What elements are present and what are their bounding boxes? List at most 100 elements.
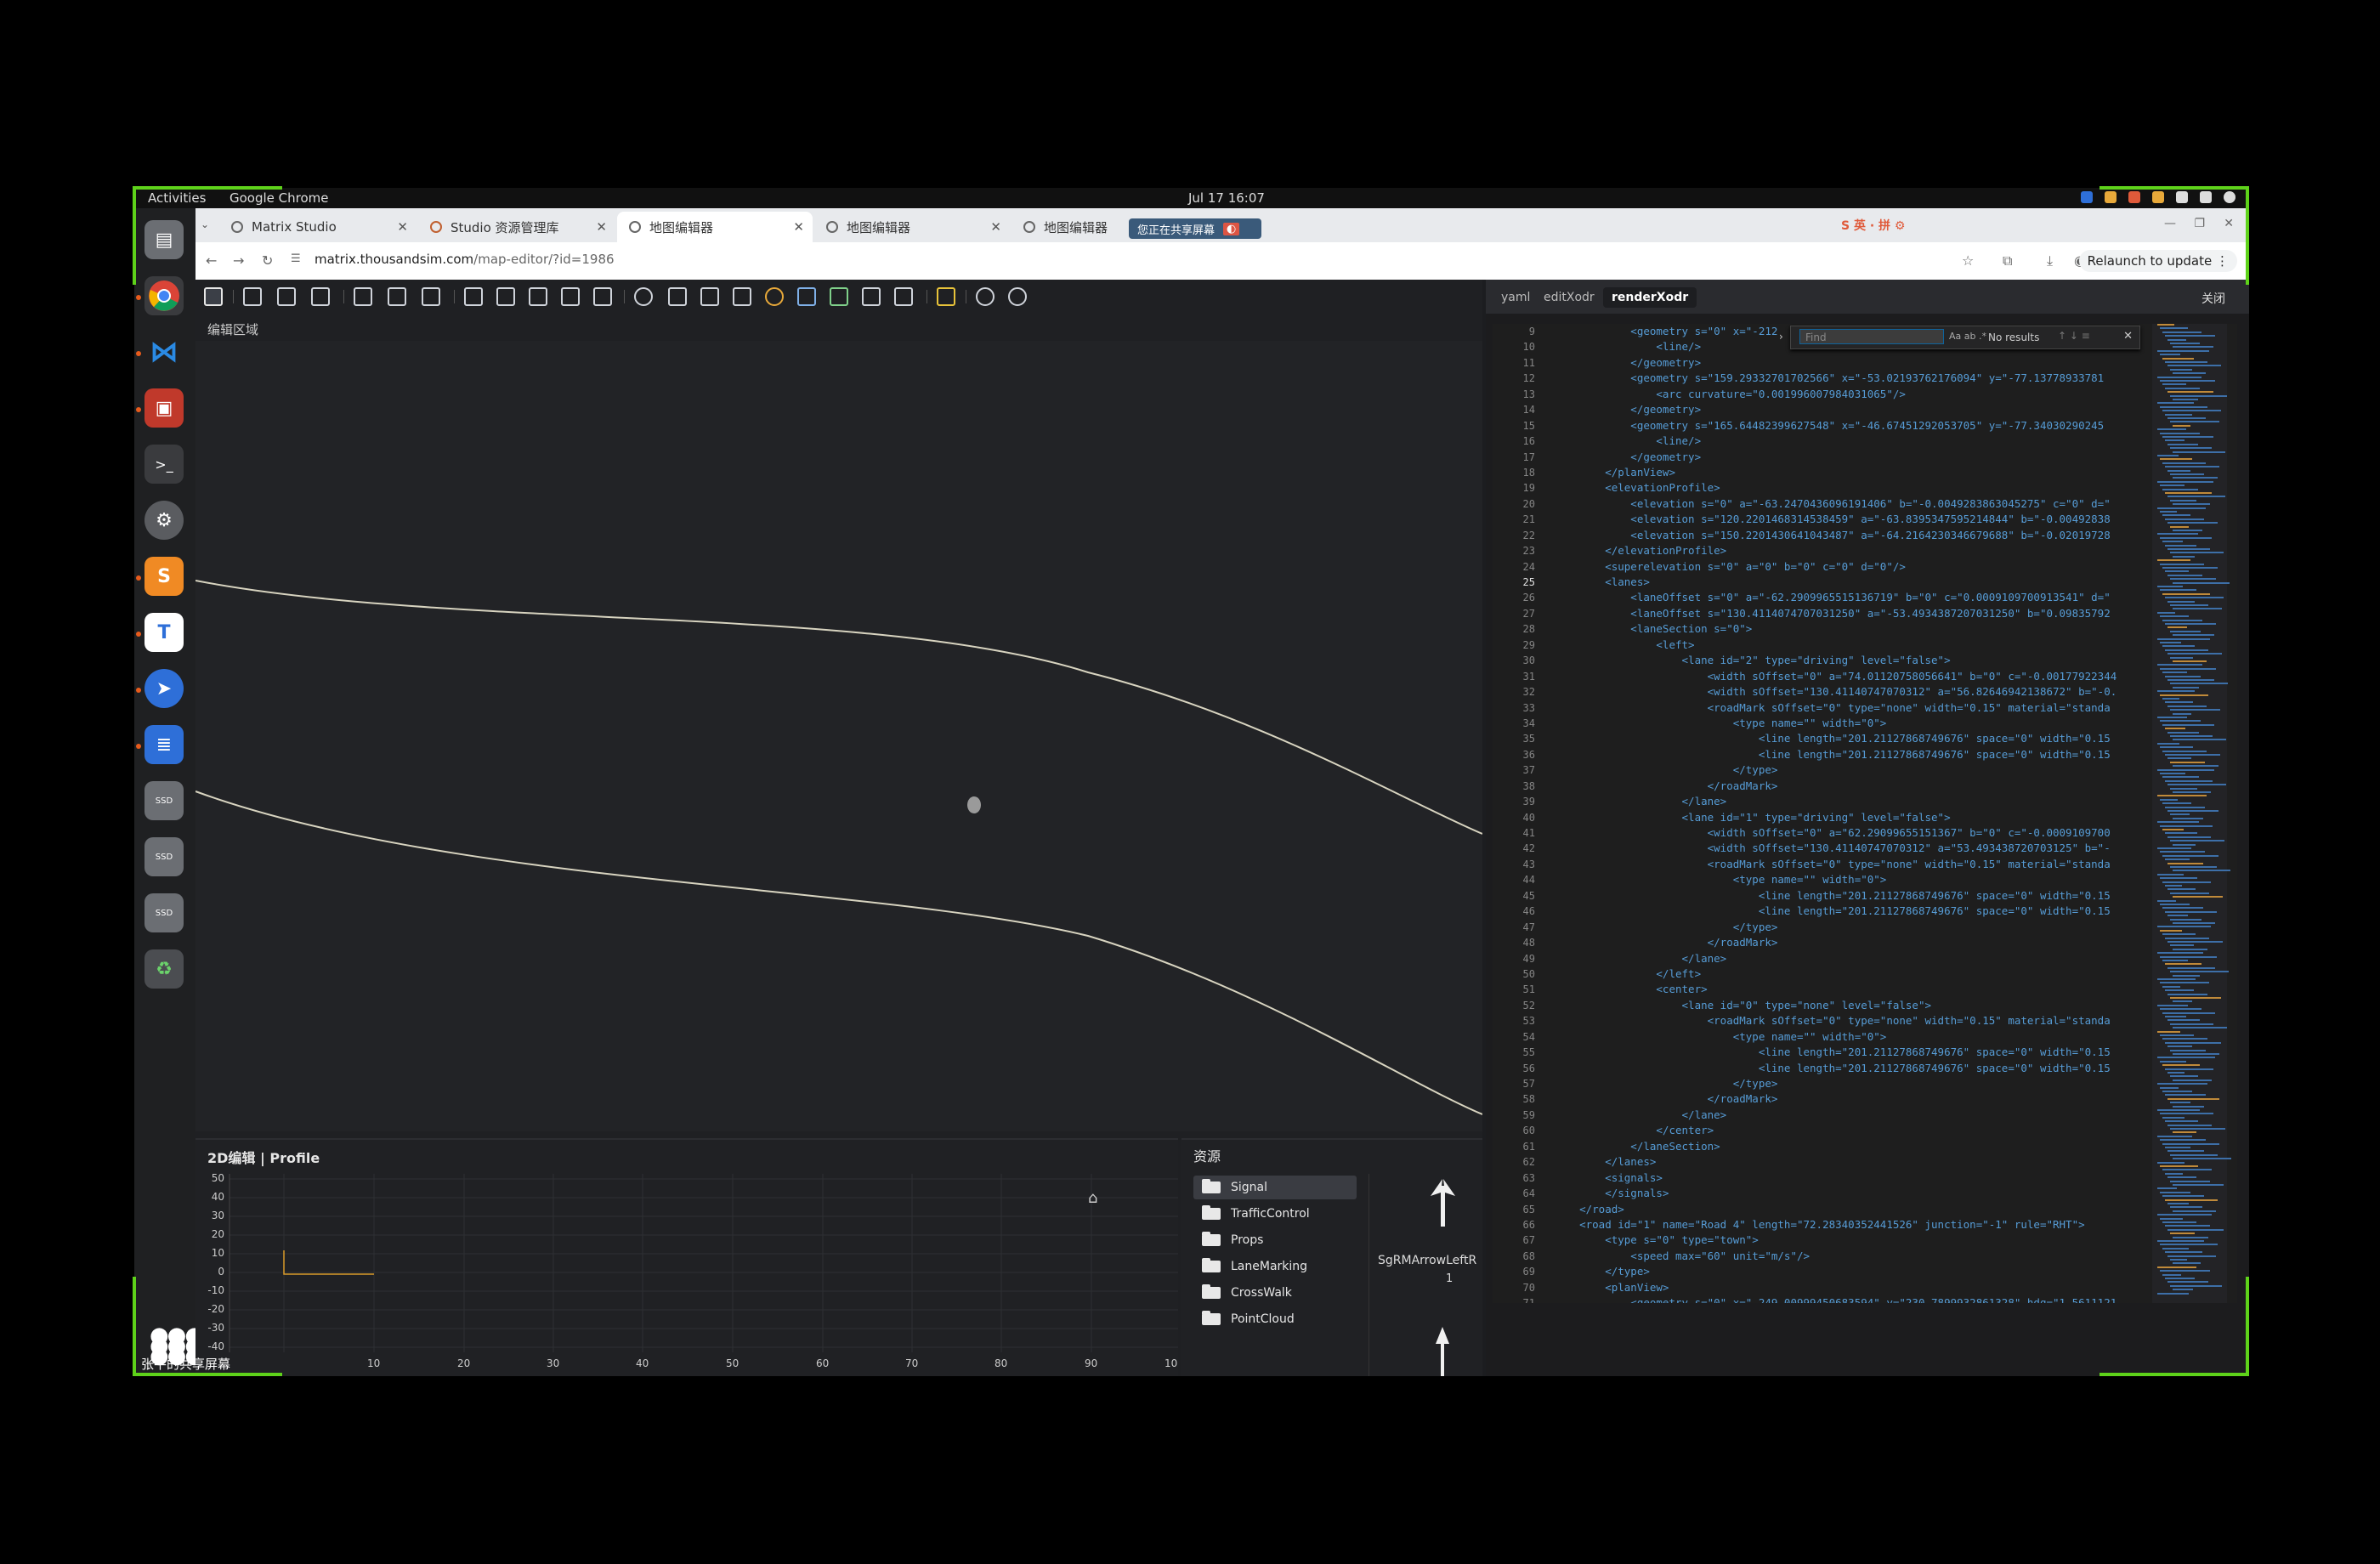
close-window-icon[interactable]: ✕	[2224, 217, 2234, 230]
code-line[interactable]: <arc curvature="0.001996007984031065"/>	[1554, 387, 2149, 402]
code-line[interactable]: </roadMark>	[1554, 935, 2149, 950]
code-line[interactable]: </lane>	[1554, 951, 2149, 966]
code-line[interactable]: <line/>	[1554, 434, 2149, 449]
visibility-eye-icon[interactable]	[976, 287, 994, 306]
drive-icon[interactable]: SSD	[144, 781, 184, 820]
close-tab-icon[interactable]: ✕	[596, 219, 607, 235]
find-widget[interactable]: › Find Aa ab .* No results ↑ ↓ ≡ ✕	[1779, 326, 2140, 349]
maximize-icon[interactable]: ❐	[2194, 217, 2205, 230]
code-line[interactable]: <width sOffset="130.41140747070312" a="5…	[1554, 841, 2149, 856]
document-icon[interactable]: ≣	[144, 725, 184, 764]
close-tab-icon[interactable]: ✕	[990, 219, 1001, 235]
map-canvas[interactable]	[196, 341, 1482, 1131]
code-line[interactable]: <type s="0" type="town">	[1554, 1232, 2149, 1248]
code-line[interactable]: </type>	[1554, 920, 2149, 935]
code-content[interactable]: <geometry s="0" x="-212 <line/> </geomet…	[1554, 324, 2149, 1303]
find-expand-icon[interactable]: ›	[1779, 331, 1783, 343]
code-line[interactable]: </lane>	[1554, 1108, 2149, 1123]
close-panel-button[interactable]: 关闭	[2202, 290, 2225, 307]
reload-icon[interactable]: ↻	[262, 252, 273, 269]
tab-editxodr[interactable]: editXodr	[1535, 287, 1603, 308]
link-icon[interactable]	[1008, 287, 1027, 306]
road-edge-lower[interactable]	[196, 790, 1482, 1115]
system-tray[interactable]	[2081, 191, 2236, 203]
app-tray-icon[interactable]	[2152, 191, 2164, 203]
code-line[interactable]: </type>	[1554, 762, 2149, 778]
match-case-icon[interactable]: Aa ab .*	[1949, 331, 1986, 342]
lane-marking-tool-icon[interactable]	[593, 287, 612, 306]
code-line[interactable]: </road>	[1554, 1202, 2149, 1217]
code-line[interactable]: </laneSection>	[1554, 1139, 2149, 1154]
relaunch-button[interactable]: Relaunch to update ⋮	[2078, 250, 2237, 272]
find-input[interactable]: Find	[1799, 329, 1944, 344]
code-line[interactable]: </planView>	[1554, 465, 2149, 480]
screen-recorder-icon[interactable]: ▣	[144, 388, 184, 428]
bookmark-star-icon[interactable]: ☆	[1962, 252, 1974, 269]
tab-yaml[interactable]: yaml	[1493, 287, 1538, 308]
minimize-icon[interactable]: —	[2164, 217, 2176, 230]
active-app-name[interactable]: Google Chrome	[230, 190, 329, 206]
code-line[interactable]: <lane id="1" type="driving" level="false…	[1554, 810, 2149, 825]
code-line[interactable]: <elevation s="120.2201468314538459" a="-…	[1554, 512, 2149, 527]
profile-chart-svg[interactable]	[196, 1140, 1178, 1376]
input-method-icon[interactable]: S 英 · 拼 ⚙	[1841, 217, 1905, 234]
code-line[interactable]: </center>	[1554, 1123, 2149, 1138]
volume-icon[interactable]	[2200, 191, 2212, 203]
road-edge-upper[interactable]	[196, 580, 1482, 835]
code-line[interactable]: <line length="201.21127868749676" space=…	[1554, 888, 2149, 904]
code-line[interactable]: </elevationProfile>	[1554, 543, 2149, 558]
signal-tool-icon[interactable]	[765, 287, 784, 306]
barrier-tool-icon[interactable]	[894, 287, 913, 306]
code-line[interactable]: </type>	[1554, 1076, 2149, 1091]
code-line[interactable]: <roadMark sOffset="0" type="none" width=…	[1554, 1013, 2149, 1028]
trash-icon[interactable]: ♻	[144, 949, 184, 989]
code-line[interactable]: </left>	[1554, 966, 2149, 982]
code-line[interactable]: <roadMark sOffset="0" type="none" width=…	[1554, 700, 2149, 716]
forward-icon[interactable]: →	[233, 252, 244, 269]
code-line[interactable]: <width sOffset="0" a="62.29099655151367"…	[1554, 825, 2149, 841]
code-line[interactable]: <geometry s="165.64482399627548" x="-46.…	[1554, 418, 2149, 434]
code-line[interactable]: <elevationProfile>	[1554, 480, 2149, 496]
code-line[interactable]: <laneOffset s="0" a="-62.290996551513671…	[1554, 590, 2149, 605]
power-icon[interactable]	[2224, 191, 2236, 203]
code-line[interactable]: </lane>	[1554, 794, 2149, 809]
browser-tab[interactable]: 地图编辑器	[1012, 212, 1122, 242]
code-line[interactable]: <lane id="2" type="driving" level="false…	[1554, 653, 2149, 668]
code-line[interactable]: </lanes>	[1554, 1154, 2149, 1170]
select-tool-icon[interactable]	[204, 287, 223, 306]
arrow-straight-icon[interactable]	[1436, 1327, 1449, 1376]
asset-folder-trafficcontrol[interactable]: TrafficControl	[1193, 1202, 1357, 1226]
find-close-icon[interactable]: ✕	[2123, 330, 2133, 343]
tab-search-icon[interactable]: ⌄	[201, 218, 209, 230]
cone-tool-icon[interactable]	[733, 287, 751, 306]
code-line[interactable]: <line length="201.21127868749676" space=…	[1554, 904, 2149, 919]
lane-add-tool-icon[interactable]	[529, 287, 547, 306]
asset-folder-pointcloud[interactable]: PointCloud	[1193, 1307, 1357, 1331]
code-line[interactable]: <lanes>	[1554, 575, 2149, 590]
code-line[interactable]: <type name="" width="0">	[1554, 872, 2149, 887]
code-editor[interactable]: 9 10 11 12 13 14 15 16 17 18 19 20 21 22 23 24 25 26 27 28 2…	[1493, 324, 2237, 1303]
close-tab-icon[interactable]: ✕	[793, 219, 804, 235]
code-line[interactable]: <elevation s="150.2201430641043487" a="-…	[1554, 528, 2149, 543]
road-tool-icon[interactable]	[243, 287, 262, 306]
asset-folder-crosswalk[interactable]: CrossWalk	[1193, 1281, 1357, 1305]
back-icon[interactable]: ←	[206, 252, 217, 269]
code-line[interactable]: <line length="201.21127868749676" space=…	[1554, 1045, 2149, 1060]
junction-tool-icon[interactable]	[354, 287, 372, 306]
code-line[interactable]: <geometry s="159.29332701702566" x="-53.…	[1554, 371, 2149, 386]
tab-renderxodr[interactable]: renderXodr	[1603, 287, 1697, 308]
code-line[interactable]: <type name="" width="0">	[1554, 716, 2149, 731]
code-line[interactable]: <planView>	[1554, 1280, 2149, 1295]
tree-tool-icon[interactable]	[830, 287, 848, 306]
code-line[interactable]: <roadMark sOffset="0" type="none" width=…	[1554, 857, 2149, 872]
code-line[interactable]: <laneSection s="0">	[1554, 621, 2149, 637]
system-clock[interactable]: Jul 17 16:07	[1188, 190, 1265, 206]
code-line[interactable]: <left>	[1554, 638, 2149, 653]
code-line[interactable]: <laneOffset s="130.4114074707031250" a="…	[1554, 606, 2149, 621]
road-add-tool-icon[interactable]	[277, 287, 296, 306]
vscode-icon[interactable]: ⋈	[144, 332, 184, 371]
terminal-icon[interactable]: >_	[144, 445, 184, 484]
reset-view-home-icon[interactable]: ⌂	[1088, 1189, 1097, 1207]
code-line[interactable]: <road id="1" name="Road 4" length="72.28…	[1554, 1217, 2149, 1232]
code-line[interactable]: <center>	[1554, 982, 2149, 997]
